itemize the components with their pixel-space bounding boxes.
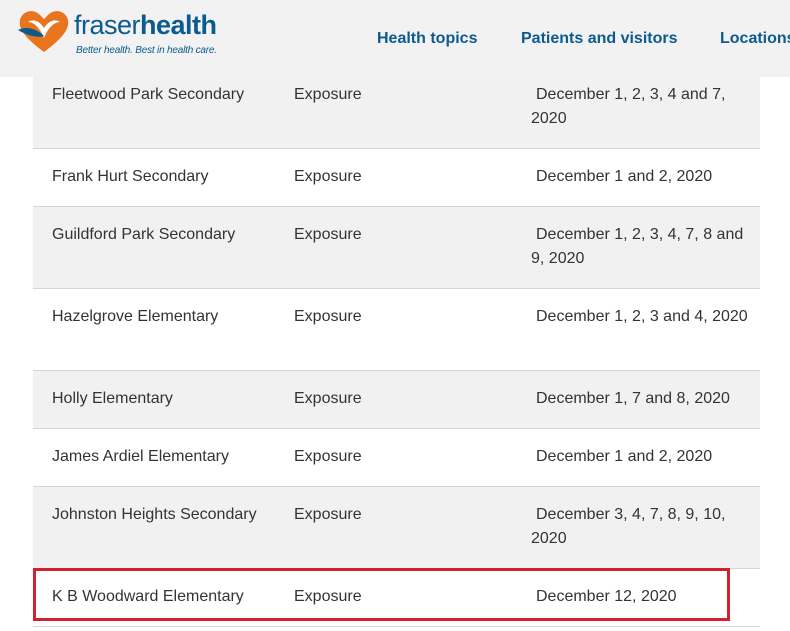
table-row: Johnston Heights Secondary Exposure Dece…	[33, 487, 760, 569]
exposure-type: Exposure	[294, 308, 362, 325]
exposure-dates: December 3, 4, 7, 8, 9, 10, 2020	[531, 506, 726, 547]
exposure-dates: December 1, 2, 3, 4, 7, 8 and 9, 2020	[531, 226, 744, 267]
exposure-type: Exposure	[294, 506, 362, 523]
exposure-type: Exposure	[294, 86, 362, 103]
site-header: fraserhealth Better health. Best in heal…	[0, 0, 790, 77]
exposure-dates: December 1, 2, 3 and 4, 2020	[536, 308, 748, 325]
school-name: Hazelgrove Elementary	[52, 308, 219, 325]
exposure-type: Exposure	[294, 168, 362, 185]
school-name: Holly Elementary	[52, 390, 173, 407]
school-name: Frank Hurt Secondary	[52, 168, 209, 185]
main-nav: Health topics Patients and visitors Loca…	[0, 30, 790, 50]
table-row: James Ardiel Elementary Exposure Decembe…	[33, 429, 760, 487]
school-name: Fleetwood Park Secondary	[52, 86, 245, 103]
table-row: Holly Elementary Exposure December 1, 7 …	[33, 371, 760, 429]
table-row: Hazelgrove Elementary Exposure December …	[33, 289, 760, 371]
nav-patients-and-visitors[interactable]: Patients and visitors	[521, 30, 678, 48]
nav-health-topics[interactable]: Health topics	[377, 30, 477, 48]
school-name: Guildford Park Secondary	[52, 226, 236, 243]
exposure-dates: December 1, 7 and 8, 2020	[536, 390, 730, 407]
exposure-dates: December 1, 2, 3, 4 and 7, 2020	[531, 86, 726, 127]
nav-locations[interactable]: Locations	[720, 30, 790, 48]
school-name: Johnston Heights Secondary	[52, 506, 257, 523]
exposure-dates: December 1 and 2, 2020	[536, 168, 713, 185]
exposure-type: Exposure	[294, 226, 362, 243]
table-row: Frank Hurt Secondary Exposure December 1…	[33, 149, 760, 207]
table-row: Fleetwood Park Secondary Exposure Decemb…	[33, 77, 760, 149]
school-name: James Ardiel Elementary	[52, 448, 229, 465]
highlight-box	[33, 568, 730, 621]
exposure-type: Exposure	[294, 390, 362, 407]
table-row: Guildford Park Secondary Exposure Decemb…	[33, 207, 760, 289]
exposure-dates: December 1 and 2, 2020	[536, 448, 713, 465]
exposure-type: Exposure	[294, 448, 362, 465]
